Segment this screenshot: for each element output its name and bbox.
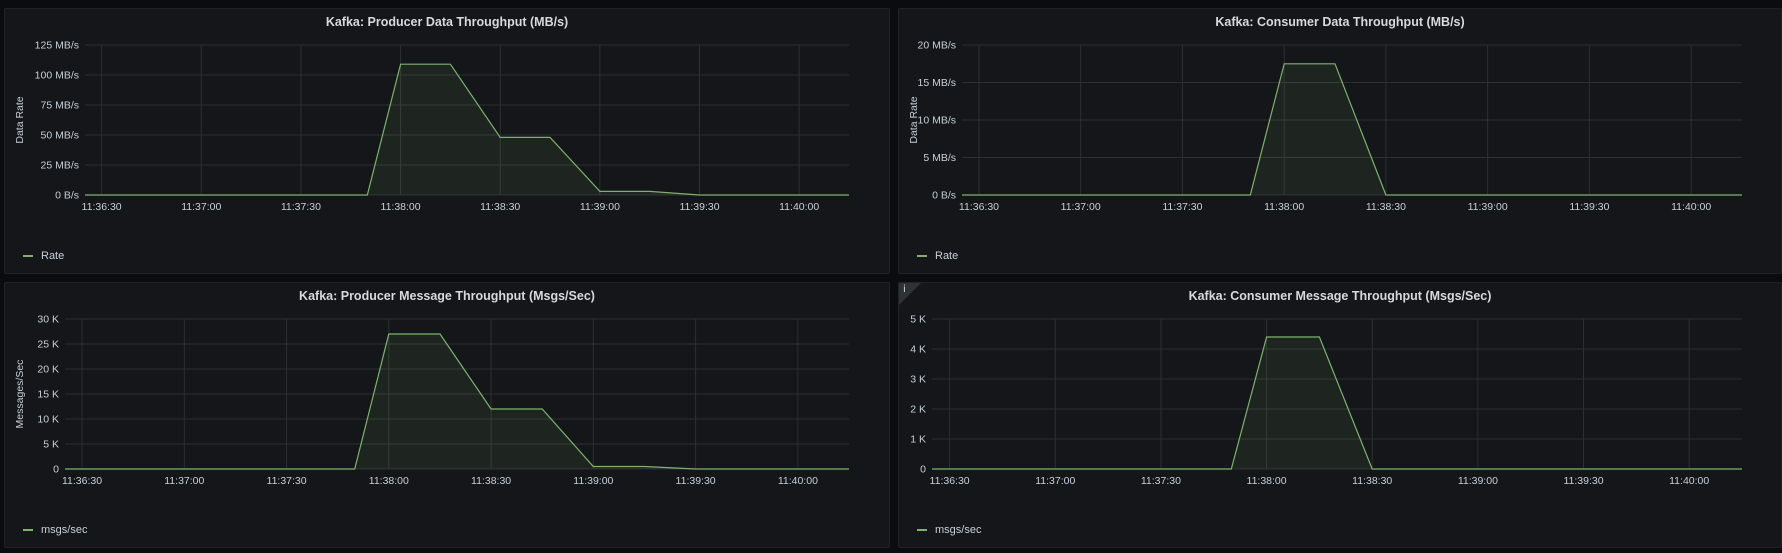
- x-tick-label: 11:38:30: [480, 201, 520, 213]
- series-area: [962, 63, 1742, 195]
- legend-swatch: [23, 529, 33, 531]
- x-tick-label: 11:38:30: [1366, 201, 1406, 213]
- legend[interactable]: Rate: [23, 250, 64, 262]
- y-tick-label: 3 K: [910, 374, 926, 386]
- x-tick-label: 11:39:00: [580, 201, 620, 213]
- x-tick-label: 11:38:30: [471, 475, 511, 487]
- y-tick-label: 2 K: [910, 404, 926, 416]
- series-area: [85, 64, 849, 195]
- x-tick-label: 11:36:30: [930, 475, 970, 487]
- legend-label[interactable]: Rate: [41, 250, 64, 262]
- y-axis-label: Data Rate: [908, 96, 920, 143]
- chart-svg: 0 B/s 25 MB/s 50 MB/s 75 MB/s 100 MB/s 125 MB…: [14, 40, 849, 213]
- y-tick-label: 10 MB/s: [917, 115, 956, 127]
- legend[interactable]: msgs/sec: [23, 524, 87, 536]
- x-tick-label: 11:38:00: [369, 475, 409, 487]
- y-tick-label: 25 K: [37, 339, 59, 351]
- producer-data-throughput-panel: Kafka: Producer Data Throughput (MB/s) 0…: [4, 8, 890, 274]
- y-tick-label: 5 K: [43, 439, 59, 451]
- x-tick-label: 11:37:30: [1162, 201, 1202, 213]
- series-area: [932, 337, 1742, 469]
- x-tick-label: 11:37:30: [281, 201, 321, 213]
- y-tick-label: 0: [53, 464, 59, 476]
- x-tick-label: 11:39:30: [676, 475, 716, 487]
- x-tick-label: 11:37:00: [1061, 201, 1101, 213]
- x-tick-label: 11:36:30: [82, 201, 122, 213]
- y-tick-label: 125 MB/s: [35, 40, 79, 52]
- y-tick-label: 100 MB/s: [35, 70, 79, 82]
- x-tick-label: 11:36:30: [62, 475, 102, 487]
- x-tick-label: 11:37:30: [267, 475, 307, 487]
- x-tick-label: 11:38:00: [381, 201, 421, 213]
- x-tick-label: 11:39:30: [1563, 475, 1603, 487]
- producer-message-throughput-panel: Kafka: Producer Message Throughput (Msgs…: [4, 282, 890, 548]
- y-tick-label: 20 K: [37, 364, 59, 376]
- y-tick-label: 25 MB/s: [40, 160, 79, 172]
- consumer-data-throughput-panel: Kafka: Consumer Data Throughput (MB/s) 0…: [898, 8, 1782, 274]
- legend-label[interactable]: msgs/sec: [935, 524, 981, 536]
- consumer-message-throughput-panel: i Kafka: Consumer Message Throughput (Ms…: [898, 282, 1782, 548]
- x-tick-label: 11:38:00: [1264, 201, 1304, 213]
- x-tick-label: 11:39:00: [573, 475, 613, 487]
- series-area: [65, 334, 849, 469]
- x-tick-label: 11:40:00: [1669, 475, 1709, 487]
- y-tick-label: 4 K: [910, 344, 926, 356]
- legend-swatch: [23, 255, 33, 257]
- x-tick-label: 11:36:30: [959, 201, 999, 213]
- x-tick-label: 11:40:00: [778, 475, 818, 487]
- y-axis-label: Data Rate: [14, 96, 26, 143]
- x-tick-label: 11:39:00: [1468, 201, 1508, 213]
- y-tick-label: 0 B/s: [55, 190, 79, 202]
- chart-svg: 0 1 K 2 K 3 K 4 K 5 K 11:36:30 11:37:00 11:37:30…: [910, 314, 1742, 487]
- x-tick-label: 11:39:30: [679, 201, 719, 213]
- x-tick-label: 11:37:00: [1035, 475, 1075, 487]
- y-tick-label: 15 K: [37, 389, 59, 401]
- legend-swatch: [917, 255, 927, 257]
- legend[interactable]: Rate: [917, 250, 958, 262]
- y-tick-label: 1 K: [910, 434, 926, 446]
- x-tick-label: 11:39:30: [1569, 201, 1609, 213]
- y-tick-label: 75 MB/s: [40, 100, 79, 112]
- x-tick-label: 11:37:00: [164, 475, 204, 487]
- chart-svg: 0 5 K 10 K 15 K 20 K 25 K 30 K 11:36:30 11:37:00…: [14, 314, 849, 487]
- x-tick-label: 11:38:00: [1247, 475, 1287, 487]
- y-tick-label: 0 B/s: [932, 190, 956, 202]
- x-tick-label: 11:40:00: [1671, 201, 1711, 213]
- y-axis-label: Messages/Sec: [14, 360, 26, 429]
- x-tick-label: 11:40:00: [779, 201, 819, 213]
- y-tick-label: 5 MB/s: [923, 152, 956, 164]
- y-tick-label: 0: [920, 464, 926, 476]
- x-tick-label: 11:37:00: [181, 201, 221, 213]
- x-tick-label: 11:39:00: [1458, 475, 1498, 487]
- legend-label[interactable]: msgs/sec: [41, 524, 87, 536]
- x-tick-label: 11:38:30: [1352, 475, 1392, 487]
- y-tick-label: 15 MB/s: [917, 77, 956, 89]
- y-tick-label: 5 K: [910, 314, 926, 326]
- y-tick-label: 10 K: [37, 414, 59, 426]
- legend-label[interactable]: Rate: [935, 250, 958, 262]
- y-tick-label: 50 MB/s: [40, 130, 79, 142]
- legend-swatch: [917, 529, 927, 531]
- legend[interactable]: msgs/sec: [917, 524, 981, 536]
- chart-svg: 0 B/s 5 MB/s 10 MB/s 15 MB/s 20 MB/s 11:36:30…: [908, 40, 1742, 213]
- x-tick-label: 11:37:30: [1141, 475, 1181, 487]
- y-tick-label: 20 MB/s: [917, 40, 956, 52]
- y-tick-label: 30 K: [37, 314, 59, 326]
